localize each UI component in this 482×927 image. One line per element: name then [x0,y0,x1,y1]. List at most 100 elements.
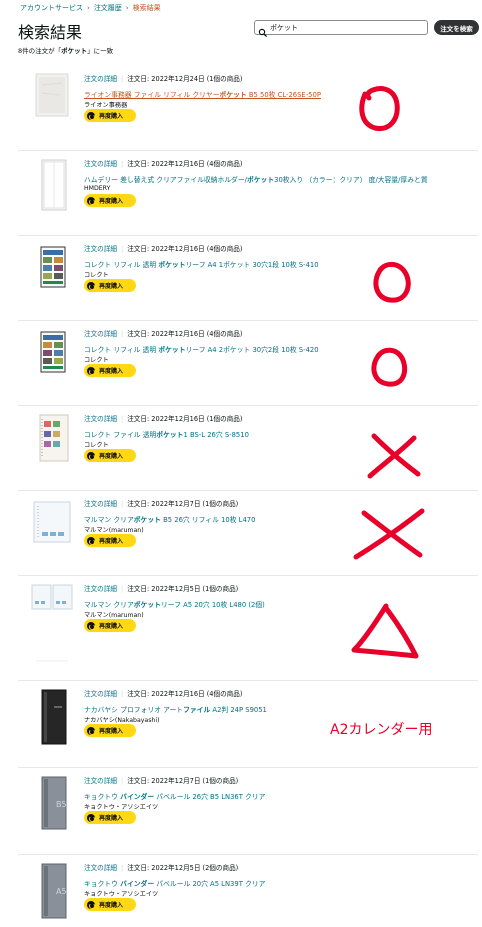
rebuy-button[interactable]: 再度購入 [84,109,136,122]
order-meta: 注文の詳細 | 注文日: 2022年12月5日 (1個の商品) [84,583,238,593]
search-input[interactable] [270,23,420,32]
breadcrumb-order-history[interactable]: 注文履歴 [94,4,122,12]
divider [18,767,478,768]
rebuy-label: 再度購入 [99,623,124,630]
title-text: マルマン クリア [84,516,134,524]
order-meta: 注文の詳細 | 注文日: 2022年12月16日 (4個の商品) [84,328,242,338]
separator: | [120,415,124,423]
svg-text:A5: A5 [56,887,67,896]
title-keyword: ポケット [246,176,275,184]
order-detail-link[interactable]: 注文の詳細 [84,690,117,698]
product-title-link[interactable]: ナカバヤシ プロフォリオ アートファイル A2判 24P S9051 [84,704,267,714]
title-keyword: ポケット [219,91,247,99]
divider [18,490,478,491]
order-detail-link[interactable]: 注文の詳細 [84,777,117,785]
handwritten-circle-mark [359,86,400,131]
rebuy-button[interactable]: 再度購入 [84,364,136,377]
order-detail-link[interactable]: 注文の詳細 [84,330,117,338]
rebuy-icon [87,196,95,205]
product-title-link[interactable]: コレクト ファイル 透明ポケット1 BS-L 26穴 S-8510 [84,429,249,439]
separator: | [120,777,124,785]
rebuy-label: 再度購入 [99,453,124,460]
rebuy-button[interactable]: 再度購入 [84,724,136,737]
product-image[interactable] [30,688,74,746]
chevron-right-icon: › [125,4,129,12]
rebuy-label: 再度購入 [99,283,124,290]
product-title-link[interactable]: マルマン クリアポケット B5 26穴 リフィル 10枚 L470 [84,514,255,524]
order-date: 注文日: 2022年12月24日 (1個の商品) [127,75,243,83]
seller-name: キョクトウ・アソシエイツ [84,891,159,898]
product-image[interactable] [30,330,74,376]
summary-keyword: ポケット [61,47,88,55]
rebuy-icon [87,281,95,290]
seller-name: コレクト [84,357,109,364]
order-detail-link[interactable]: 注文の詳細 [84,500,117,508]
handwritten-circle-mark [373,262,411,303]
product-title-link[interactable]: ハムデリー 差し替え式 クリアファイル収納ホルダー/ポケット30枚入り （カラー… [84,174,428,184]
rebuy-button[interactable]: 再度購入 [84,619,136,632]
title-text: 1 BS-L 26穴 S-8510 [183,431,249,439]
rebuy-button[interactable]: 再度購入 [84,194,136,207]
product-title-link[interactable]: キョクトウ バインダー パベルール 20穴 A5 LN39T クリア [84,878,265,888]
order-detail-link[interactable]: 注文の詳細 [84,160,117,168]
order-date: 注文日: 2022年12月16日 (4個の商品) [127,160,243,168]
rebuy-label: 再度購入 [99,538,124,545]
rebuy-icon [87,813,95,822]
title-keyword: バインダー [120,793,155,801]
order-detail-link[interactable]: 注文の詳細 [84,585,117,593]
rebuy-icon [87,621,95,630]
product-image[interactable] [30,245,74,291]
search-orders-button[interactable]: 注文を検索 [434,20,479,35]
order-meta: 注文の詳細 | 注文日: 2022年12月7日 (1個の商品) [84,775,238,785]
order-date: 注文日: 2022年12月7日 (1個の商品) [127,500,239,508]
divider [18,680,478,681]
rebuy-button[interactable]: 再度購入 [84,534,136,547]
separator: | [120,864,124,872]
order-date: 注文日: 2022年12月5日 (2個の商品) [127,864,239,872]
seller-name: ナカバヤシ(Nakabayashi) [84,717,160,724]
product-image[interactable] [30,73,74,117]
order-detail-link[interactable]: 注文の詳細 [84,245,117,253]
seller-name: コレクト [84,272,109,279]
order-date: 注文日: 2022年12月16日 (1個の商品) [127,415,243,423]
product-title-link[interactable]: コレクト リフィル 透明 ポケットリーフ A4 2ポケット 30穴2段 10枚 … [84,344,319,354]
rebuy-icon [87,900,95,909]
page-title: 検索結果 [18,23,83,42]
seller-name: HMDERY [84,185,111,192]
product-title-link[interactable]: キョクトウ バインダー パベルール 26穴 B5 LN36T クリア [84,791,265,801]
order-meta: 注文の詳細 | 注文日: 2022年12月16日 (4個の商品) [84,158,242,168]
rebuy-button[interactable]: 再度購入 [84,811,136,824]
order-detail-link[interactable]: 注文の詳細 [84,864,117,872]
order-detail-link[interactable]: 注文の詳細 [84,415,117,423]
product-image[interactable]: A5 [30,862,74,920]
title-keyword: ポケット [133,601,161,609]
title-text: ハムデリー 差し替え式 クリアファイル収納ホルダー/ [84,176,247,184]
product-image[interactable] [30,413,74,463]
product-image[interactable] [30,583,74,663]
rebuy-button[interactable]: 再度購入 [84,898,136,911]
product-title-link[interactable]: ライオン事務器 ファイル リフィル クリヤーポケット B5 50枚 CL-26S… [84,89,321,99]
summary-suffix: 」に一致 [87,47,114,55]
title-text: B5 50枚 CL-26SE-50P [246,91,321,99]
product-image[interactable]: B5 [30,775,74,831]
breadcrumb-search-results: 検索結果 [132,4,161,12]
product-title-link[interactable]: マルマン クリアポケットリーフ A5 20穴 10枚 L480 (2個) [84,599,265,609]
order-search-box[interactable] [254,20,428,37]
order-meta: 注文の詳細 | 注文日: 2022年12月16日 (4個の商品) [84,243,242,253]
breadcrumb-account-service[interactable]: アカウントサービス [20,4,83,12]
product-title-link[interactable]: コレクト リフィル 透明 ポケットリーフ A4 1ポケット 30穴1段 10枚 … [84,259,319,269]
search-icon [258,23,268,37]
product-image[interactable] [30,498,74,546]
title-keyword: バインダー [120,880,155,888]
rebuy-button[interactable]: 再度購入 [84,279,136,292]
title-text: コレクト リフィル 透明 [84,346,159,354]
order-detail-link[interactable]: 注文の詳細 [84,75,117,83]
order-meta: 注文の詳細 | 注文日: 2022年12月5日 (2個の商品) [84,862,238,872]
separator: | [120,330,124,338]
rebuy-icon [87,726,95,735]
rebuy-label: 再度購入 [99,902,124,909]
title-text: リーフ A4 1ポケット 30穴1段 10枚 S-410 [185,261,319,269]
product-image[interactable] [30,158,74,212]
title-text: リーフ A4 2ポケット 30穴2段 10枚 S-420 [185,346,319,354]
rebuy-button[interactable]: 再度購入 [84,449,136,462]
